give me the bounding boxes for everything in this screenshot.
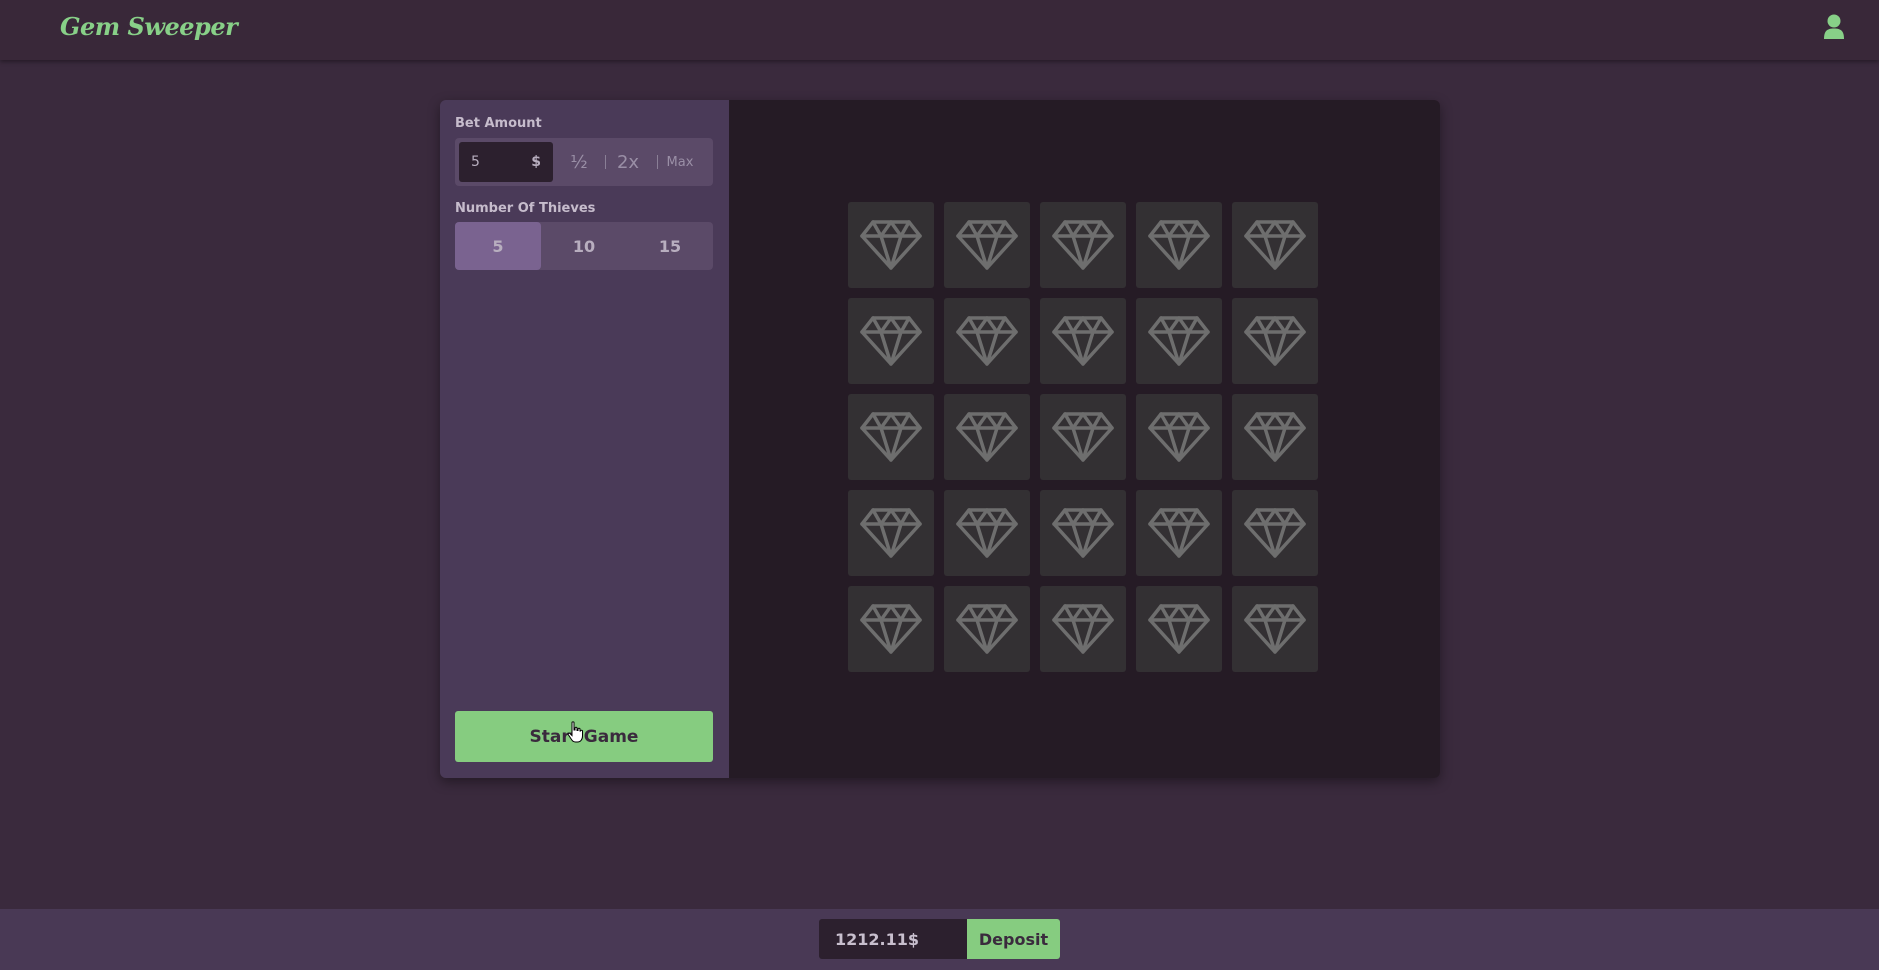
gem-tile[interactable] <box>848 202 934 288</box>
bet-amount-value: 5 <box>471 154 480 170</box>
diamond-icon <box>1243 315 1307 367</box>
diamond-icon <box>955 603 1019 655</box>
diamond-icon <box>859 411 923 463</box>
gem-tile[interactable] <box>1136 586 1222 672</box>
diamond-icon <box>1243 603 1307 655</box>
balance-display: 1212.11$ <box>819 919 967 959</box>
thieves-option-15[interactable]: 15 <box>627 222 713 270</box>
gem-tile[interactable] <box>944 298 1030 384</box>
game-container: Bet Amount 5 $ ½ 2x Max Number Of Thieve… <box>440 100 1440 778</box>
diamond-icon <box>1051 507 1115 559</box>
diamond-icon <box>1051 219 1115 271</box>
diamond-icon <box>1243 507 1307 559</box>
gem-tile[interactable] <box>1136 298 1222 384</box>
gem-tile[interactable] <box>1040 394 1126 480</box>
diamond-icon <box>859 315 923 367</box>
diamond-icon <box>859 603 923 655</box>
thieves-option-5[interactable]: 5 <box>455 222 541 270</box>
gem-tile[interactable] <box>1136 394 1222 480</box>
gem-tile[interactable] <box>1232 490 1318 576</box>
bet-amount-row: 5 $ ½ 2x Max <box>455 138 713 186</box>
game-board <box>729 100 1440 778</box>
diamond-icon <box>955 315 1019 367</box>
bet-amount-input[interactable]: 5 $ <box>459 142 553 182</box>
diamond-icon <box>1243 219 1307 271</box>
thieves-selector: 5 10 15 <box>455 222 713 270</box>
balance-bar: 1212.11$ Deposit <box>0 909 1879 970</box>
gem-tile[interactable] <box>1232 202 1318 288</box>
diamond-icon <box>859 507 923 559</box>
gem-tile[interactable] <box>944 394 1030 480</box>
thieves-option-10[interactable]: 10 <box>541 222 627 270</box>
diamond-icon <box>955 507 1019 559</box>
divider <box>605 155 606 169</box>
diamond-icon <box>955 411 1019 463</box>
gem-tile[interactable] <box>1040 298 1126 384</box>
gem-tile[interactable] <box>944 586 1030 672</box>
gem-grid <box>848 202 1318 672</box>
diamond-icon <box>859 219 923 271</box>
gem-tile[interactable] <box>1040 490 1126 576</box>
max-bet-button[interactable]: Max <box>653 142 707 182</box>
gem-tile[interactable] <box>1232 394 1318 480</box>
diamond-icon <box>955 219 1019 271</box>
gem-tile[interactable] <box>848 298 934 384</box>
diamond-icon <box>1051 411 1115 463</box>
diamond-icon <box>1051 315 1115 367</box>
diamond-icon <box>1147 411 1211 463</box>
diamond-icon <box>1147 219 1211 271</box>
bet-amount-label: Bet Amount <box>455 116 542 131</box>
gem-tile[interactable] <box>1040 586 1126 672</box>
diamond-icon <box>1147 603 1211 655</box>
user-icon[interactable] <box>1823 14 1845 40</box>
gem-tile[interactable] <box>1040 202 1126 288</box>
currency-symbol: $ <box>531 154 541 170</box>
gem-tile[interactable] <box>848 394 934 480</box>
gem-tile[interactable] <box>944 202 1030 288</box>
hand-cursor-icon <box>567 721 583 743</box>
half-bet-button[interactable]: ½ <box>559 142 599 182</box>
diamond-icon <box>1243 411 1307 463</box>
gem-tile[interactable] <box>944 490 1030 576</box>
start-game-button[interactable]: Start Game <box>455 711 713 762</box>
top-bar: Gem Sweeper <box>0 0 1879 60</box>
diamond-icon <box>1147 315 1211 367</box>
deposit-button[interactable]: Deposit <box>967 919 1060 959</box>
control-panel: Bet Amount 5 $ ½ 2x Max Number Of Thieve… <box>440 100 729 778</box>
gem-tile[interactable] <box>1136 490 1222 576</box>
gem-tile[interactable] <box>1136 202 1222 288</box>
logo[interactable]: Gem Sweeper <box>60 12 238 41</box>
gem-tile[interactable] <box>1232 298 1318 384</box>
gem-tile[interactable] <box>848 586 934 672</box>
double-bet-button[interactable]: 2x <box>607 142 649 182</box>
gem-tile[interactable] <box>848 490 934 576</box>
diamond-icon <box>1147 507 1211 559</box>
gem-tile[interactable] <box>1232 586 1318 672</box>
thieves-label: Number Of Thieves <box>455 201 596 216</box>
diamond-icon <box>1051 603 1115 655</box>
